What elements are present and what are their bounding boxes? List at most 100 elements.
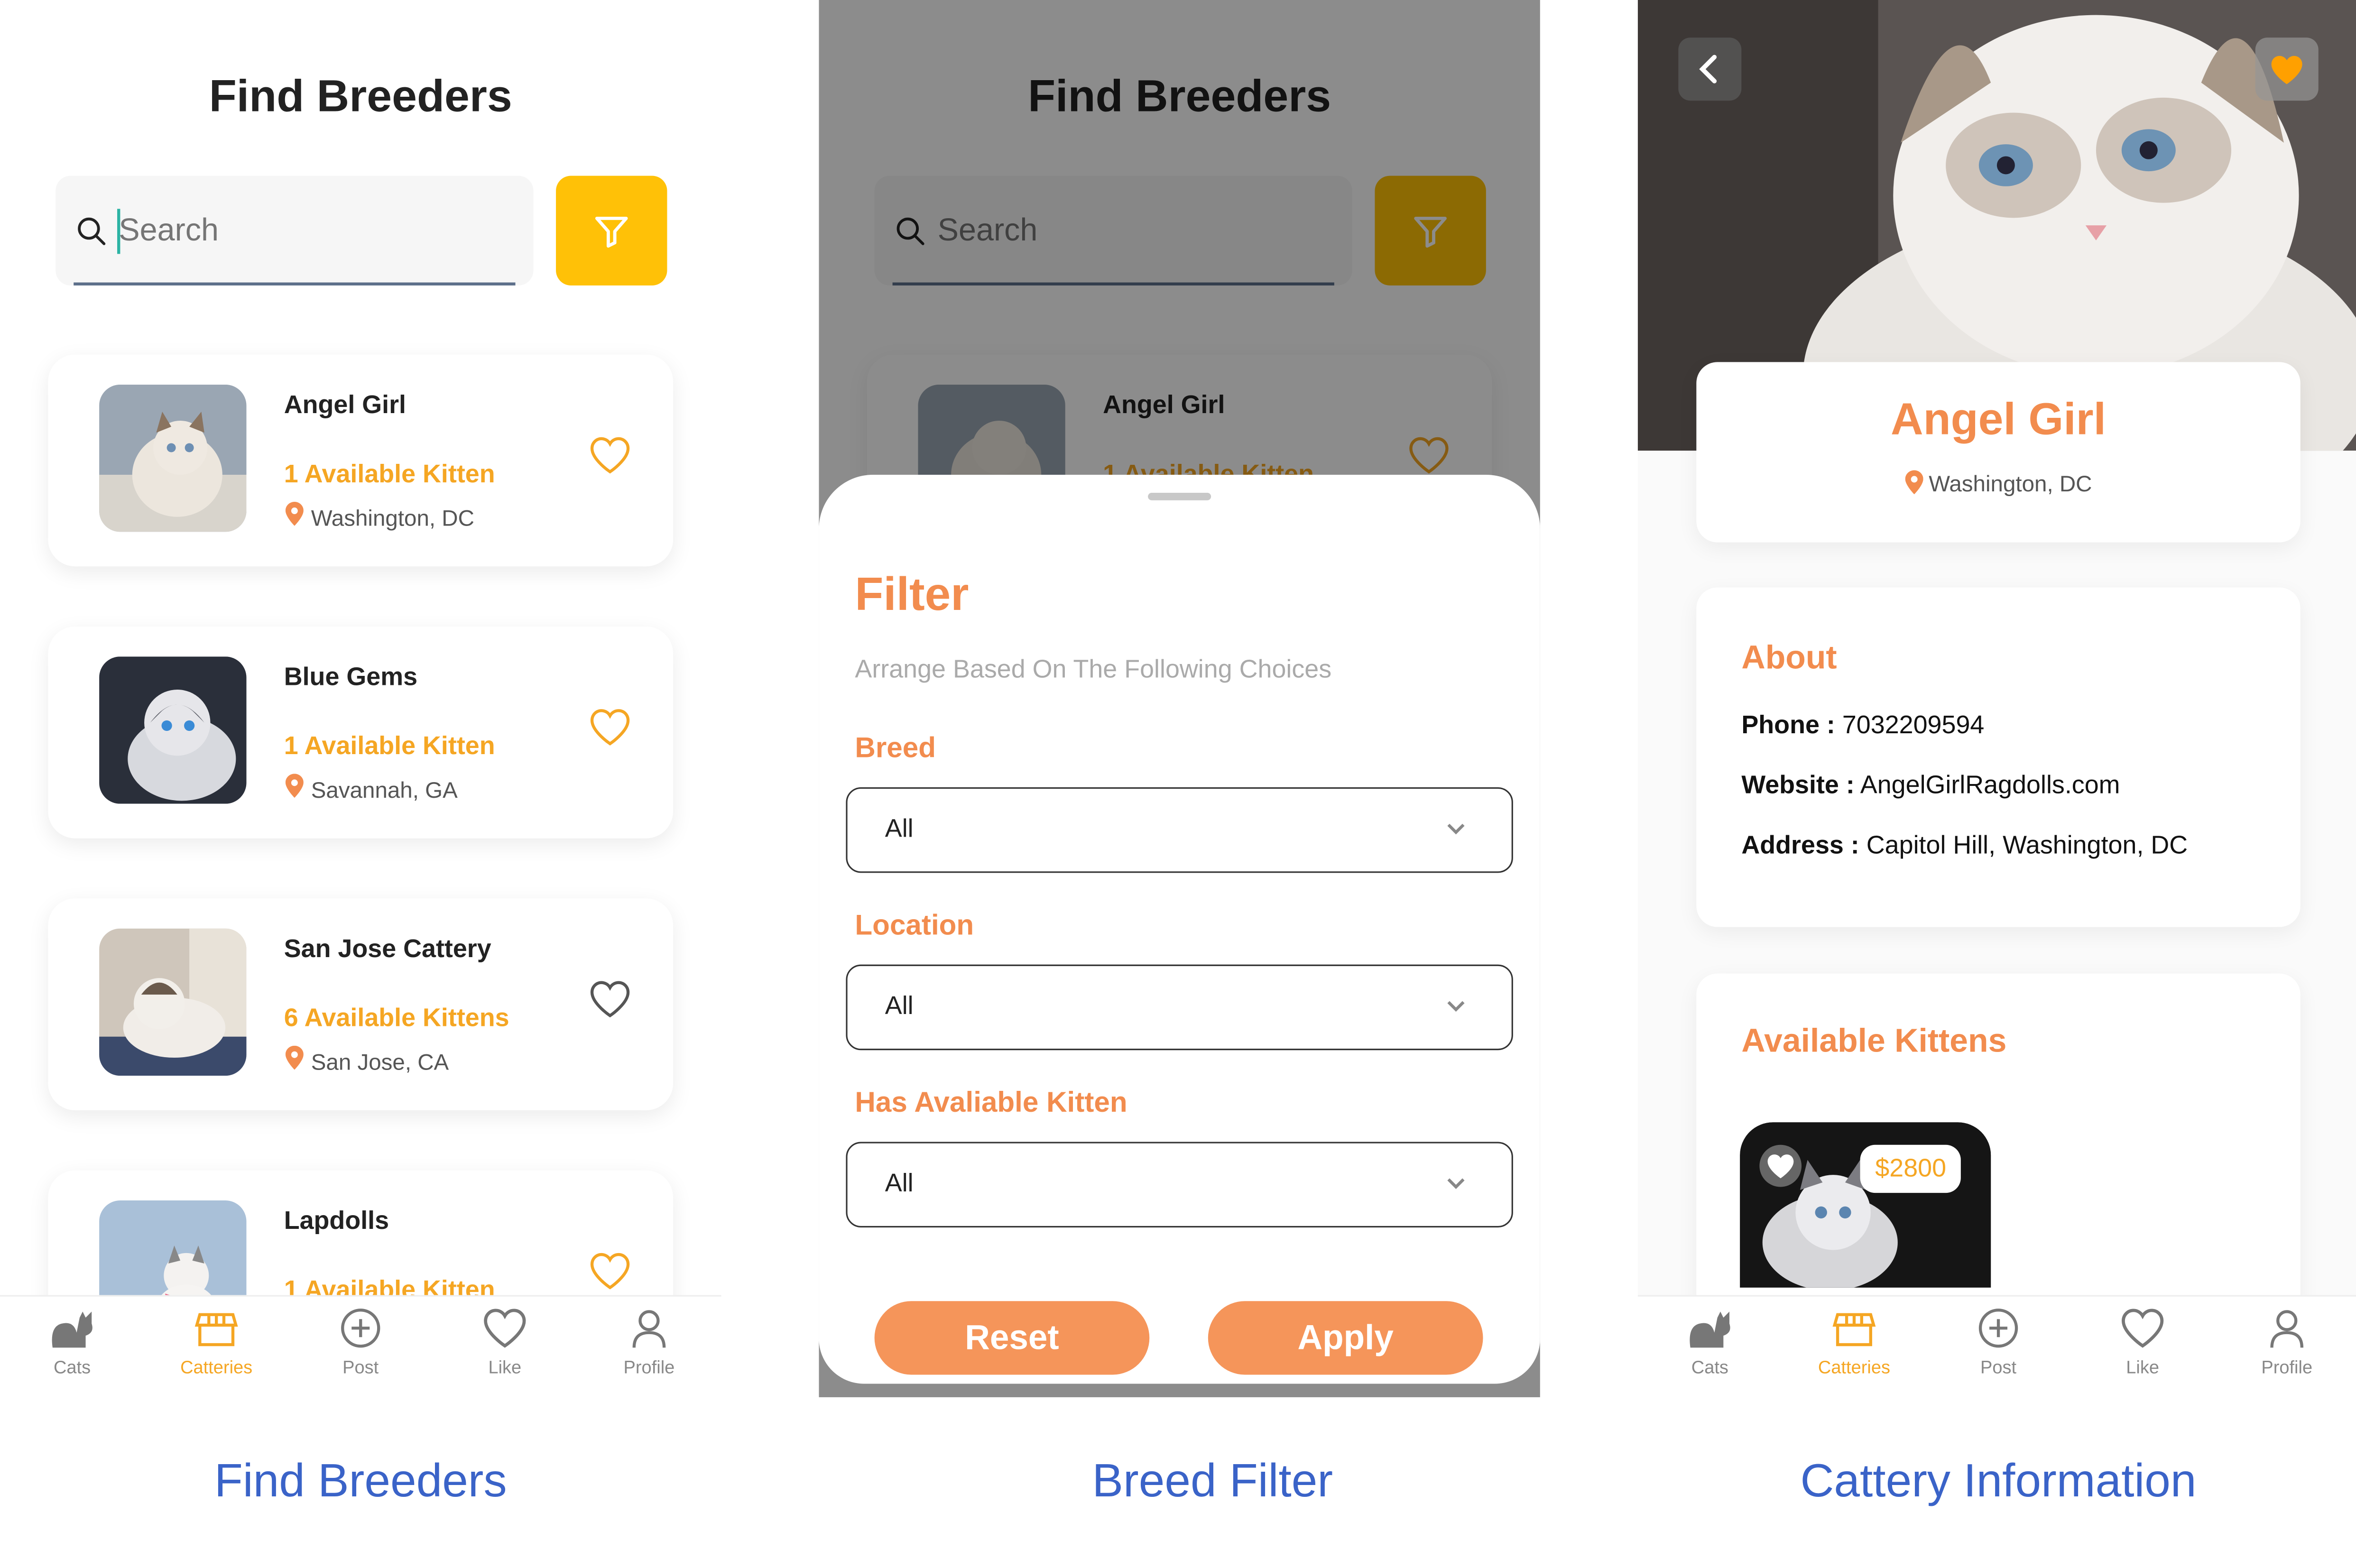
tab-cats[interactable]: Cats: [1638, 1306, 1782, 1378]
back-button[interactable]: [1678, 37, 1742, 101]
cattery-name: Angel Girl: [1890, 395, 2107, 445]
tab-catteries[interactable]: Catteries: [1782, 1306, 1926, 1378]
tab-label: Profile: [623, 1356, 675, 1378]
location-pin-icon: [285, 1045, 304, 1070]
location-pin-icon: [1904, 470, 1923, 495]
tab-label: Like: [488, 1356, 522, 1378]
screen-caption: Cattery Information: [1800, 1454, 2197, 1507]
select-value: All: [885, 991, 914, 1020]
heart-icon: [2122, 1309, 2164, 1348]
heart-icon[interactable]: [589, 1252, 631, 1291]
cat-icon: [52, 1311, 92, 1348]
website-row: Website : AngelGirlRagdolls.com: [1741, 771, 2120, 801]
bottom-tab-bar: Cats Catteries Post Like Profile: [0, 1295, 721, 1397]
apply-button[interactable]: Apply: [1208, 1301, 1483, 1375]
tab-label: Catteries: [180, 1356, 253, 1378]
reset-button[interactable]: Reset: [874, 1301, 1150, 1375]
favorite-button[interactable]: [2255, 37, 2319, 101]
has-kitten-label: Has Avaliable Kitten: [855, 1088, 1127, 1119]
chevron-down-icon: [1447, 1178, 1465, 1189]
phone-row: Phone : 7032209594: [1741, 710, 1984, 740]
website-value[interactable]: AngelGirlRagdolls.com: [1860, 771, 2120, 799]
cattery-name: Blue Gems: [284, 662, 418, 692]
location-pin-icon: [285, 774, 304, 798]
heart-icon[interactable]: [589, 979, 631, 1018]
cattery-name: San Jose Cattery: [284, 934, 491, 963]
search-icon: [78, 217, 106, 245]
cattery-location: Savannah, GA: [311, 778, 458, 804]
breeder-card[interactable]: Blue Gems 1 Available Kitten Savannah, G…: [48, 626, 674, 839]
search-bar[interactable]: [55, 175, 534, 286]
tab-label: Cats: [53, 1356, 91, 1378]
plus-circle-icon: [341, 1309, 380, 1348]
breed-label: Breed: [855, 733, 936, 765]
chevron-left-icon: [1699, 55, 1717, 83]
tab-label: Profile: [2261, 1356, 2313, 1378]
filter-icon: [595, 216, 628, 247]
heart-icon[interactable]: [589, 436, 631, 475]
tab-catteries[interactable]: Catteries: [144, 1306, 288, 1378]
plus-circle-icon: [1978, 1309, 2018, 1348]
cat-icon: [1690, 1311, 1730, 1348]
tab-post[interactable]: Post: [288, 1306, 433, 1378]
heart-icon[interactable]: [1758, 1144, 1803, 1189]
sheet-drag-handle[interactable]: [1148, 493, 1211, 500]
tab-post[interactable]: Post: [1926, 1306, 2070, 1378]
tab-label: Like: [2126, 1356, 2159, 1378]
cattery-header-card: Angel Girl Washington, DC: [1696, 362, 2301, 543]
breed-select[interactable]: All: [846, 787, 1513, 873]
available-kittens: 6 Available Kittens: [284, 1004, 509, 1033]
has-kitten-select[interactable]: All: [846, 1142, 1513, 1228]
cattery-location: Washington, DC: [1929, 471, 2092, 498]
heart-icon: [484, 1309, 526, 1348]
location-label: Location: [855, 910, 974, 942]
chevron-down-icon: [1447, 823, 1465, 835]
cattery-photo: [99, 928, 247, 1076]
store-icon: [1832, 1313, 1876, 1347]
heart-filled-icon: [2271, 55, 2302, 84]
kitten-thumbnail[interactable]: $2800: [1740, 1122, 1991, 1288]
phone-label: Phone :: [1741, 710, 1835, 739]
heart-icon[interactable]: [589, 708, 631, 747]
website-label: Website :: [1741, 771, 1855, 800]
cattery-photo: [99, 656, 247, 804]
bottom-tab-bar: Cats Catteries Post Like Profile: [1637, 1295, 2356, 1397]
phone-value[interactable]: 7032209594: [1842, 710, 1984, 739]
tab-profile[interactable]: Profile: [577, 1306, 721, 1378]
address-label: Address :: [1741, 830, 1859, 859]
kittens-title: Available Kittens: [1741, 1022, 2007, 1060]
cattery-location-row: Washington, DC: [1696, 470, 2300, 498]
tab-cats[interactable]: Cats: [0, 1306, 144, 1378]
filter-subtitle: Arrange Based On The Following Choices: [855, 655, 1332, 684]
address-value: Capitol Hill, Washington, DC: [1866, 830, 2188, 859]
filter-title: Filter: [855, 568, 969, 621]
kitten-price: $2800: [1860, 1144, 1961, 1193]
select-value: All: [885, 814, 914, 843]
user-icon: [632, 1310, 666, 1348]
search-input[interactable]: [119, 205, 509, 257]
text-cursor: [117, 209, 120, 254]
tab-like[interactable]: Like: [433, 1306, 577, 1378]
address-row: Address : Capitol Hill, Washington, DC: [1741, 831, 2188, 861]
breeder-card[interactable]: Angel Girl 1 Available Kitten Washington…: [48, 354, 674, 567]
available-kittens: 1 Available Kitten: [284, 731, 495, 760]
tab-label: Post: [1980, 1356, 2017, 1378]
tab-profile[interactable]: Profile: [2215, 1306, 2356, 1378]
breeder-card[interactable]: San Jose Cattery 6 Available Kittens San…: [48, 898, 674, 1110]
tab-label: Cats: [1691, 1356, 1728, 1378]
cattery-name: Lapdolls: [284, 1206, 389, 1235]
search-underline: [74, 282, 516, 286]
filter-button[interactable]: [556, 175, 667, 286]
page-title: Find Breeders: [209, 72, 512, 122]
screen-caption: Breed Filter: [1092, 1454, 1333, 1507]
available-kittens: 1 Available Kitten: [284, 460, 495, 489]
filter-sheet: Filter Arrange Based On The Following Ch…: [819, 474, 1540, 1384]
about-title: About: [1741, 638, 1837, 676]
tab-like[interactable]: Like: [2070, 1306, 2215, 1378]
find-breeders-screen: Find Breeders Search Angel Girl 1 Availa…: [0, 0, 721, 1397]
tab-label: Post: [342, 1356, 379, 1378]
cattery-photo: [99, 384, 247, 532]
location-select[interactable]: All: [846, 964, 1513, 1051]
select-value: All: [885, 1169, 914, 1198]
cattery-location: Washington, DC: [311, 506, 474, 532]
